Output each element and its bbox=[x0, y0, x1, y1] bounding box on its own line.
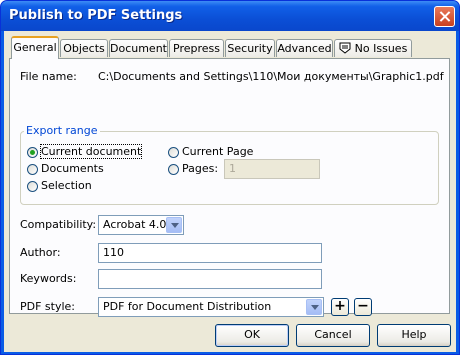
radio-label-selection[interactable]: Selection bbox=[41, 179, 92, 192]
tab-security[interactable]: Security bbox=[225, 39, 275, 57]
general-panel: File name: C:\Documents and Settings\110… bbox=[9, 58, 450, 317]
help-button[interactable]: Help bbox=[377, 324, 451, 347]
radio-current-page[interactable] bbox=[168, 147, 179, 158]
file-name-value: C:\Documents and Settings\110\Мои докуме… bbox=[98, 70, 444, 83]
tab-label: Security bbox=[227, 42, 273, 55]
pdf-style-label: PDF style: bbox=[20, 300, 76, 313]
dialog-title: Publish to PDF Settings bbox=[9, 8, 183, 23]
tab-label: Prepress bbox=[173, 42, 220, 55]
tab-advanced[interactable]: Advanced bbox=[276, 39, 333, 57]
chevron-down-icon[interactable] bbox=[166, 217, 182, 233]
dialog-window: Publish to PDF Settings General Objects … bbox=[0, 0, 460, 355]
radio-pages[interactable] bbox=[168, 164, 179, 175]
tab-no-issues[interactable]: No Issues bbox=[334, 39, 412, 57]
close-icon[interactable] bbox=[434, 6, 455, 27]
radio-label-documents[interactable]: Documents bbox=[41, 162, 104, 175]
ok-button[interactable]: OK bbox=[215, 324, 289, 347]
radio-label-current-document[interactable]: Current document bbox=[39, 144, 143, 159]
issues-icon bbox=[339, 42, 351, 54]
author-label: Author: bbox=[20, 246, 61, 259]
cancel-button[interactable]: Cancel bbox=[296, 324, 370, 347]
dialog-client: General Objects Document Prepress Securi… bbox=[4, 31, 456, 352]
export-range-title: Export range bbox=[24, 124, 100, 137]
compatibility-value: Acrobat 4.0 bbox=[103, 218, 167, 231]
compatibility-select[interactable]: Acrobat 4.0 bbox=[98, 215, 184, 235]
tab-label: Objects bbox=[63, 42, 105, 55]
pages-input[interactable]: 1 bbox=[224, 159, 320, 179]
radio-label-pages[interactable]: Pages: bbox=[182, 162, 218, 175]
author-input[interactable]: 110 bbox=[98, 243, 322, 263]
tab-objects[interactable]: Objects bbox=[60, 39, 108, 57]
chevron-down-icon[interactable] bbox=[306, 299, 322, 315]
file-name-label: File name: bbox=[20, 70, 77, 83]
tab-prepress[interactable]: Prepress bbox=[169, 39, 224, 57]
title-bar[interactable]: Publish to PDF Settings bbox=[1, 1, 459, 31]
keywords-label: Keywords: bbox=[20, 272, 77, 285]
radio-selection[interactable] bbox=[27, 181, 38, 192]
tab-label: Document bbox=[110, 42, 167, 55]
add-style-button[interactable]: + bbox=[331, 298, 349, 316]
tab-general[interactable]: General bbox=[11, 36, 59, 59]
radio-label-current-page[interactable]: Current Page bbox=[182, 145, 253, 158]
pdf-style-value: PDF for Document Distribution bbox=[103, 300, 272, 313]
keywords-input[interactable] bbox=[98, 269, 322, 289]
tab-label: Advanced bbox=[277, 42, 332, 55]
tab-label: General bbox=[13, 41, 57, 54]
radio-documents[interactable] bbox=[27, 164, 38, 175]
remove-style-button[interactable]: − bbox=[354, 298, 372, 316]
pdf-style-select[interactable]: PDF for Document Distribution bbox=[98, 297, 324, 317]
radio-current-document[interactable] bbox=[27, 147, 38, 158]
tab-document[interactable]: Document bbox=[109, 39, 168, 57]
compatibility-label: Compatibility: bbox=[20, 218, 97, 231]
tab-label: No Issues bbox=[354, 42, 408, 55]
